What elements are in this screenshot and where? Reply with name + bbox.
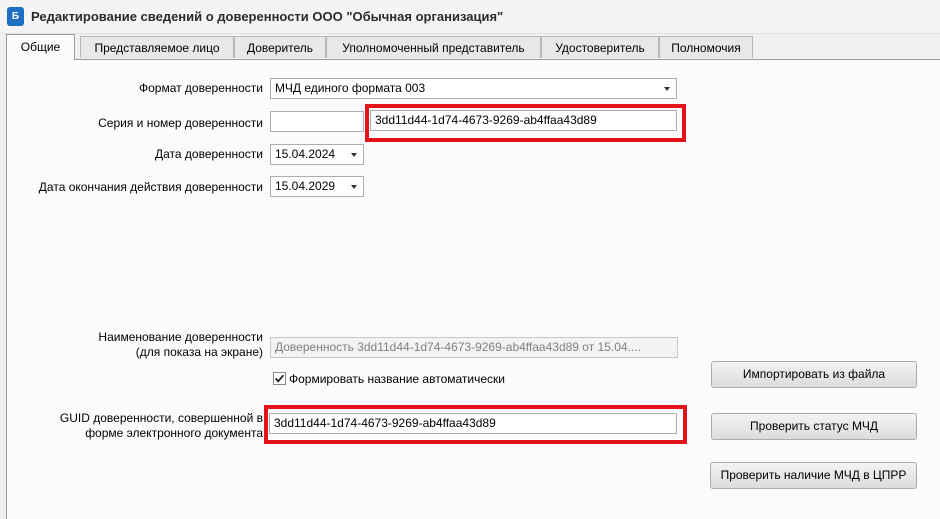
guid-label-line2: форме электронного документа [85,426,263,440]
window-title: Редактирование сведений о доверенности О… [31,9,504,24]
tab-powers[interactable]: Полномочия [659,36,753,58]
dropdown-arrow-icon [664,87,670,91]
app-icon: Б [7,7,24,26]
name-label: Наименование доверенности (для показа на… [20,330,263,360]
series-input[interactable] [270,111,364,132]
end-date-value: 15.04.2029 [275,179,336,193]
tab-represented-person[interactable]: Представляемое лицо [80,36,234,58]
dropdown-arrow-icon [351,185,357,189]
guid-label: GUID доверенности, совершенной в форме э… [20,411,263,441]
format-combobox[interactable]: МЧД единого формата 003 [270,78,677,99]
date-label: Дата доверенности [155,147,263,161]
guid-label-line1: GUID доверенности, совершенной в [59,411,263,425]
name-label-line2: (для показа на экране) [135,345,263,359]
format-value: МЧД единого формата 003 [275,81,426,95]
auto-name-label: Формировать название автоматически [289,372,505,386]
number-input[interactable]: 3dd11d44-1d74-4673-9269-ab4ffaa43d89 [370,110,677,131]
import-from-file-button[interactable]: Импортировать из файла [711,361,917,388]
end-date-label: Дата окончания действия доверенности [38,180,263,194]
date-value: 15.04.2024 [275,147,336,161]
name-label-line1: Наименование доверенности [98,330,263,344]
auto-name-checkbox[interactable] [273,372,286,385]
tab-principal[interactable]: Доверитель [234,36,326,58]
format-label: Формат доверенности [138,81,263,95]
series-number-label: Серия и номер доверенности [98,116,263,130]
check-status-button[interactable]: Проверить статус МЧД [711,413,917,440]
window-titlebar: Б Редактирование сведений о доверенности… [0,0,940,34]
checkmark-icon [274,374,285,383]
guid-input[interactable]: 3dd11d44-1d74-4673-9269-ab4ffaa43d89 [269,413,677,434]
tab-authorized-representative[interactable]: Уполномоченный представитель [326,36,541,58]
tab-general[interactable]: Общие [6,34,75,60]
date-picker[interactable]: 15.04.2024 [270,144,364,165]
tab-certifier[interactable]: Удостоверитель [541,36,659,58]
dropdown-arrow-icon [351,153,357,157]
end-date-picker[interactable]: 15.04.2029 [270,176,364,197]
name-input[interactable]: Доверенность 3dd11d44-1d74-4673-9269-ab4… [270,337,678,358]
check-cprr-button[interactable]: Проверить наличие МЧД в ЦПРР [710,462,917,489]
